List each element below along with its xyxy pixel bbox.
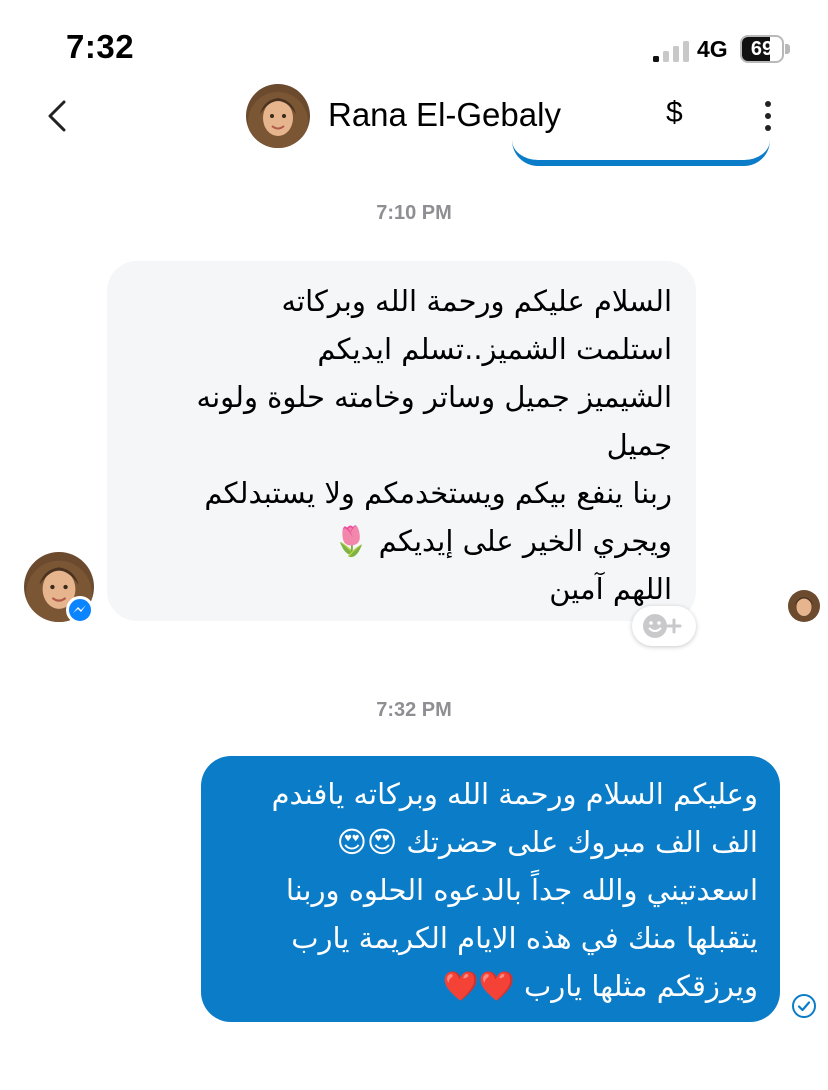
message-line: الف الف مبروك على حضرتك 😍😍 [336, 825, 758, 859]
battery-level: 69 [750, 38, 774, 60]
message-timestamp: 7:32 PM [376, 699, 452, 721]
previous-message-bubble-edge [512, 120, 770, 166]
incoming-message-bubble[interactable]: السلام عليكم ورحمة الله وبركاته استلمت ال… [107, 261, 696, 621]
message-line: يتقبلها منك في هذه الايام الكريمة يارب [291, 921, 758, 955]
message-line: استلمت الشميز..تسلم ايديكم [317, 332, 672, 366]
sent-check-icon [792, 994, 816, 1018]
battery-icon: 69 [740, 35, 792, 63]
add-reaction-button[interactable] [632, 606, 696, 646]
message-line: وعليكم السلام ورحمة الله وبركاته يافندم [271, 777, 758, 811]
outgoing-message-text: وعليكم السلام ورحمة الله وبركاته يافندم ا… [223, 770, 758, 1010]
seen-receipt-avatar [788, 590, 820, 622]
message-line: ويجري الخير على إيديكم 🌷 [333, 524, 672, 558]
incoming-message-text: السلام عليكم ورحمة الله وبركاته استلمت ال… [131, 277, 672, 613]
message-line: اسعدتيني والله جداً بالدعوه الحلوه وربنا [285, 873, 758, 907]
message-line: اللهم آمين [549, 572, 672, 606]
message-line: جميل [606, 428, 672, 462]
network-type: 4G [697, 36, 728, 62]
status-time: 7:32 [66, 28, 135, 65]
back-chevron-icon[interactable] [46, 100, 68, 132]
messenger-badge-icon [66, 596, 94, 624]
cellular-signal-icon [653, 41, 689, 62]
message-timestamp: 7:10 PM [376, 202, 452, 224]
outgoing-message-bubble[interactable]: وعليكم السلام ورحمة الله وبركاته يافندم ا… [201, 756, 780, 1022]
message-line: ربنا ينفع بيكم ويستخدمكم ولا يستبدلكم [204, 476, 672, 510]
message-line: السلام عليكم ورحمة الله وبركاته [281, 284, 673, 318]
contact-avatar[interactable] [246, 84, 310, 148]
message-line: ويرزقكم مثلها يارب ❤️❤️ [442, 969, 758, 1003]
message-line: الشيميز جميل وساتر وخامته حلوة ولونه [196, 380, 672, 414]
